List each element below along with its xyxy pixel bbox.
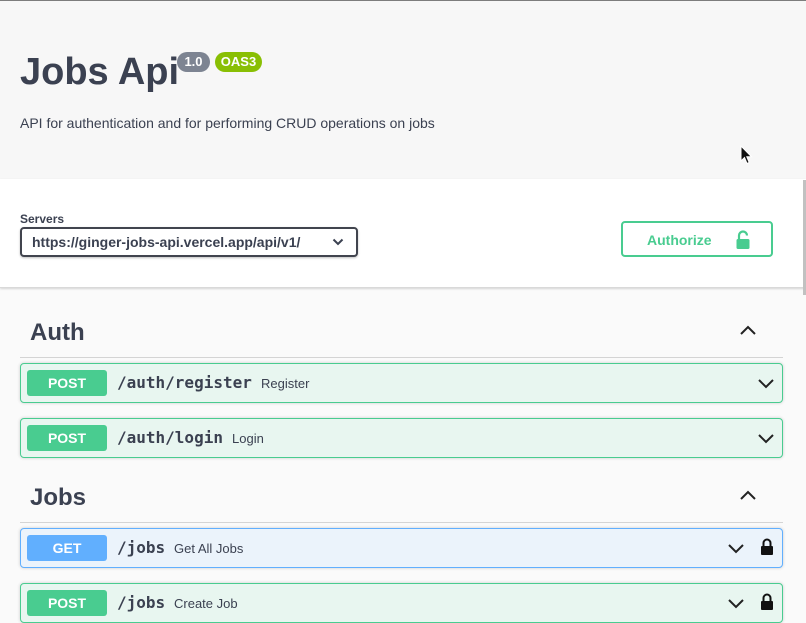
- tag-auth[interactable]: Auth: [20, 311, 783, 358]
- method-badge: POST: [27, 370, 107, 396]
- chevron-down-icon: [332, 238, 344, 246]
- operation-post-auth-register[interactable]: POST /auth/register Register: [20, 363, 783, 403]
- operation-summary: Login: [232, 431, 264, 446]
- tag-jobs[interactable]: Jobs: [20, 476, 783, 523]
- api-info: Jobs Api 1.0 OAS3 API for authentication…: [0, 1, 806, 179]
- authorize-button[interactable]: Authorize: [621, 221, 773, 257]
- operation-path: /jobs: [117, 538, 166, 557]
- method-badge: GET: [27, 535, 107, 561]
- authorize-label: Authorize: [647, 232, 712, 248]
- api-description: API for authentication and for performin…: [20, 115, 435, 131]
- tag-name: Jobs: [30, 484, 87, 511]
- scheme-container: Servers https://ginger-jobs-api.vercel.a…: [0, 179, 806, 288]
- operation-post-auth-login[interactable]: POST /auth/login Login: [20, 418, 783, 458]
- chevron-down-icon: [728, 544, 744, 554]
- tag-name: Auth: [30, 319, 85, 346]
- operation-summary: Get All Jobs: [174, 541, 244, 556]
- oas-badge: OAS3: [215, 52, 262, 72]
- chevron-down-icon: [758, 379, 774, 389]
- operation-path: /auth/login: [117, 428, 223, 447]
- chevron-down-icon: [728, 599, 744, 609]
- servers-label: Servers: [20, 212, 65, 226]
- mouse-cursor-icon: [740, 145, 753, 165]
- method-badge: POST: [27, 425, 107, 451]
- operation-path: /jobs: [117, 593, 166, 612]
- operation-get-jobs[interactable]: GET /jobs Get All Jobs: [20, 528, 783, 568]
- lock-icon[interactable]: [760, 538, 774, 556]
- chevron-down-icon: [758, 434, 774, 444]
- api-title: Jobs Api: [20, 51, 180, 93]
- method-badge: POST: [27, 590, 107, 616]
- chevron-up-icon: [740, 490, 756, 500]
- unlock-icon: [736, 230, 750, 249]
- operation-path: /auth/register: [117, 373, 252, 392]
- chevron-up-icon: [740, 325, 756, 335]
- version-badge: 1.0: [177, 52, 210, 72]
- servers-select[interactable]: https://ginger-jobs-api.vercel.app/api/v…: [20, 227, 358, 257]
- lock-icon[interactable]: [760, 593, 774, 611]
- operation-summary: Create Job: [174, 596, 238, 611]
- operation-summary: Register: [261, 376, 310, 391]
- servers-selected-value: https://ginger-jobs-api.vercel.app/api/v…: [32, 234, 301, 250]
- operation-post-jobs[interactable]: POST /jobs Create Job: [20, 583, 783, 623]
